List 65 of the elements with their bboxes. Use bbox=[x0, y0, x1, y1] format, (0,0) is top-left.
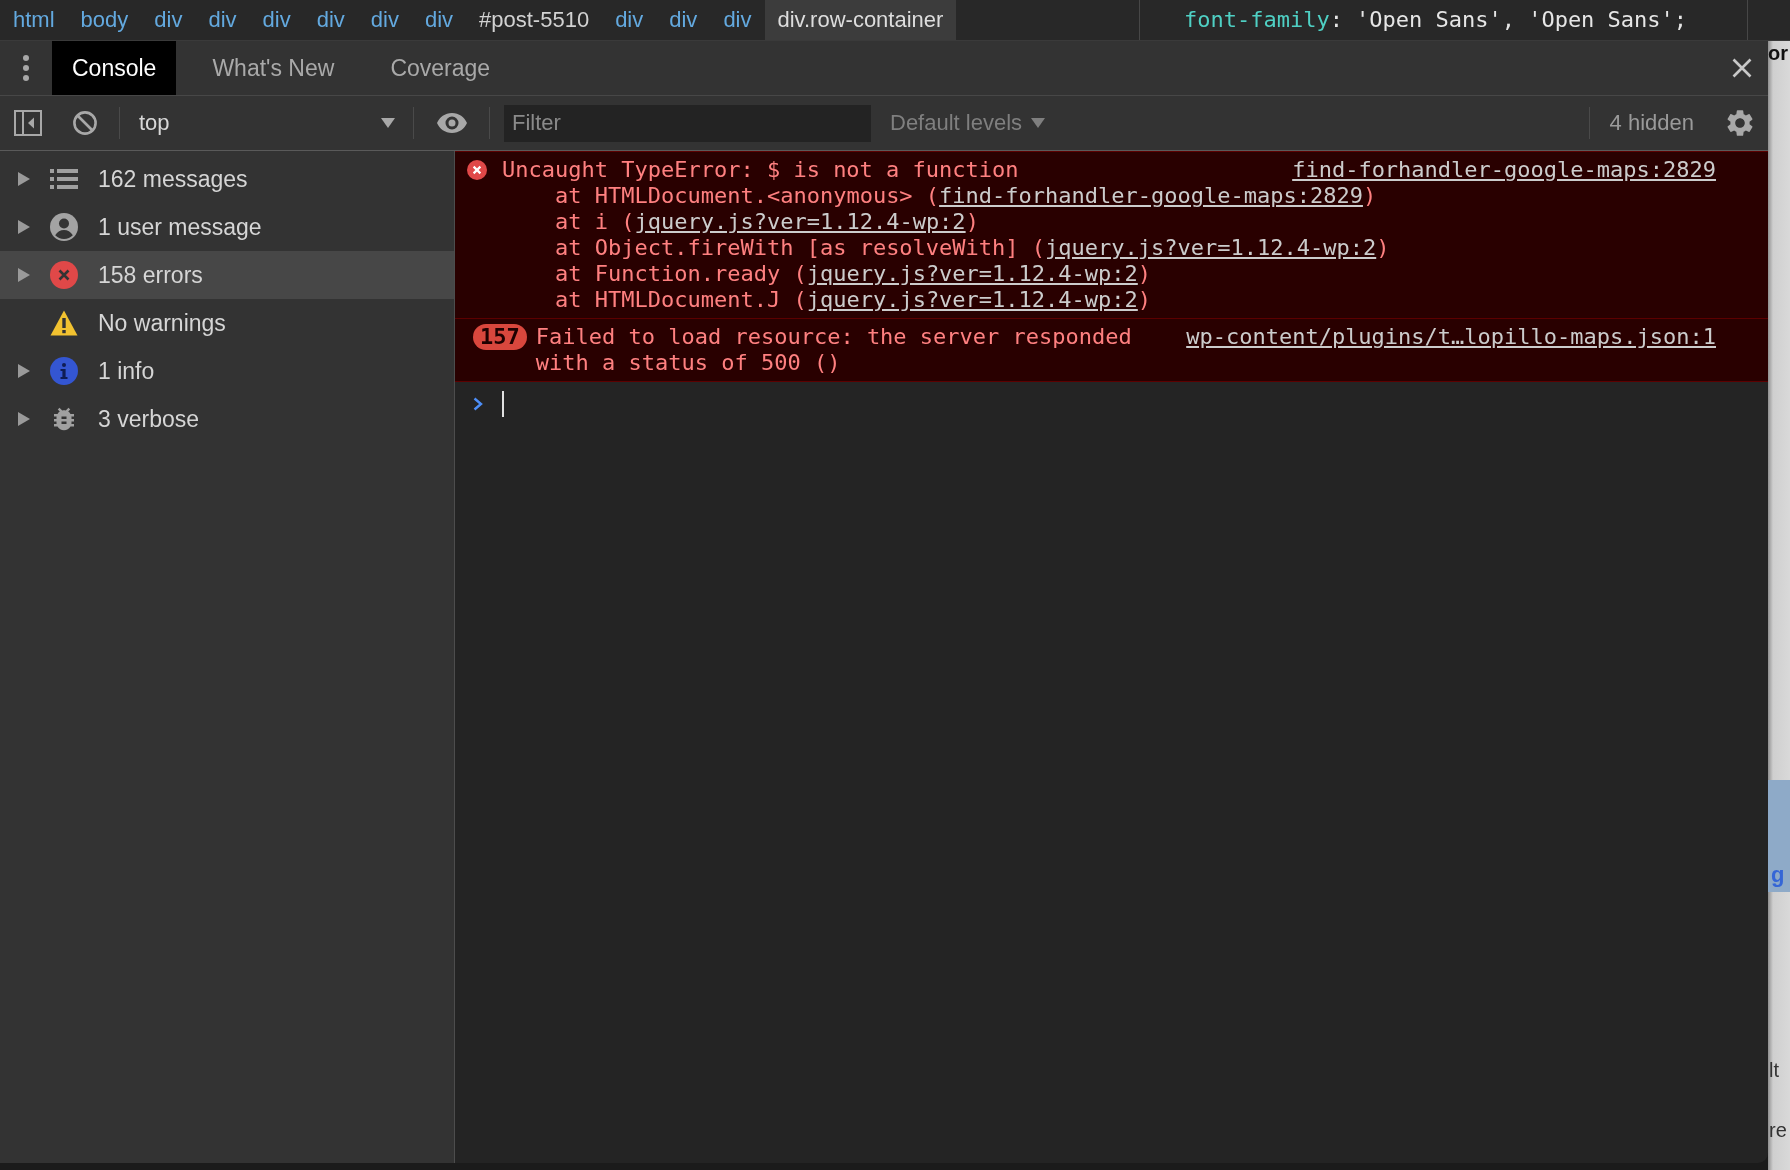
highlighted-text: g bbox=[1768, 780, 1790, 892]
breadcrumb[interactable]: div.row-container bbox=[764, 0, 957, 40]
count-badge: 157 bbox=[473, 324, 527, 350]
body-text: re bbox=[1768, 1118, 1788, 1143]
prompt-chevron-icon bbox=[473, 397, 483, 411]
sidebar-item[interactable]: 158 errors bbox=[0, 251, 454, 299]
breadcrumb[interactable]: div bbox=[710, 0, 765, 40]
breadcrumb[interactable]: div bbox=[303, 0, 358, 40]
stack-trace-line: at HTMLDocument.J (jquery.js?ver=1.12.4-wp:2) bbox=[554, 287, 1153, 313]
breadcrumb[interactable]: div bbox=[656, 0, 711, 40]
sidebar-item[interactable]: 1 info bbox=[0, 347, 454, 395]
breadcrumb[interactable]: div bbox=[602, 0, 657, 40]
sidebar-toggle-icon[interactable] bbox=[14, 110, 42, 136]
error-icon bbox=[50, 261, 78, 289]
list-icon bbox=[50, 168, 78, 190]
expand-triangle-icon[interactable] bbox=[18, 172, 30, 186]
source-link[interactable]: wp-content/plugins/t…lopillo-maps.json:1 bbox=[1186, 324, 1716, 350]
sidebar-item[interactable]: 3 verbose bbox=[0, 395, 454, 443]
breadcrumb[interactable]: div bbox=[141, 0, 196, 40]
hidden-count-text: 4 hidden bbox=[1609, 110, 1694, 136]
expand-triangle-icon[interactable] bbox=[18, 220, 30, 234]
stack-trace-link[interactable]: jquery.js?ver=1.12.4-wp:2 bbox=[806, 287, 1138, 312]
kebab-menu-icon[interactable] bbox=[23, 55, 29, 81]
breadcrumb[interactable]: html bbox=[0, 0, 68, 40]
info-icon bbox=[50, 357, 78, 385]
prohibited-icon[interactable] bbox=[73, 111, 97, 135]
tab[interactable]: What's New bbox=[192, 41, 355, 95]
stack-trace-link[interactable]: jquery.js?ver=1.12.4-wp:2 bbox=[806, 261, 1138, 286]
message-text: Uncaught TypeError: $ is not a function bbox=[502, 157, 1020, 183]
css-declaration: font-family: 'Open Sans', 'Open Sans'; bbox=[1184, 6, 1688, 34]
stack-trace-link[interactable]: jquery.js?ver=1.12.4-wp:2 bbox=[634, 209, 966, 234]
expand-triangle-icon[interactable] bbox=[18, 364, 30, 378]
stack-trace-line: at Function.ready (jquery.js?ver=1.12.4-wp:2) bbox=[554, 261, 1153, 287]
caret-icon bbox=[381, 118, 395, 128]
filter-field[interactable]: Filter bbox=[504, 104, 871, 142]
message-text: Failed to load resource: the server responded with a status of 500 () bbox=[535, 324, 1133, 376]
stack-trace-link[interactable]: jquery.js?ver=1.12.4-wp:2 bbox=[1045, 235, 1377, 260]
tab[interactable]: Console bbox=[52, 41, 177, 95]
error-icon bbox=[467, 160, 487, 180]
tab[interactable]: Coverage bbox=[370, 41, 511, 95]
body-text: lt bbox=[1768, 1058, 1780, 1083]
eye-icon[interactable] bbox=[437, 113, 467, 133]
warning-icon bbox=[50, 310, 78, 336]
caret-icon bbox=[1031, 118, 1046, 128]
source-link[interactable]: find-forhandler-google-maps:2829 bbox=[1292, 157, 1716, 183]
expand-triangle-icon[interactable] bbox=[18, 412, 30, 426]
user-icon bbox=[50, 213, 78, 241]
breadcrumb[interactable]: div bbox=[411, 0, 467, 40]
close-icon[interactable] bbox=[1732, 58, 1752, 78]
context-select[interactable]: top bbox=[120, 103, 413, 143]
sidebar-item[interactable]: 162 messages bbox=[0, 155, 454, 203]
breadcrumb[interactable]: div bbox=[249, 0, 304, 40]
breadcrumb[interactable]: body bbox=[67, 0, 142, 40]
text-cursor bbox=[502, 391, 504, 417]
sidebar-item[interactable]: 1 user message bbox=[0, 203, 454, 251]
stack-trace-line: at i (jquery.js?ver=1.12.4-wp:2) bbox=[554, 209, 980, 235]
expand-triangle-icon[interactable] bbox=[18, 268, 30, 282]
stack-trace-link[interactable]: find-forhandler-google-maps:2829 bbox=[939, 183, 1363, 208]
stack-trace-line: at Object.fireWith [as resolveWith] (jquery.js?ver=1.12.4-wp:2) bbox=[554, 235, 1391, 261]
breadcrumb[interactable]: div bbox=[195, 0, 250, 40]
sidebar-item[interactable]: No warnings bbox=[0, 299, 454, 347]
heading-text: or bbox=[1768, 41, 1789, 65]
stack-trace-line: at HTMLDocument.<anonymous> (find-forhandler-google-maps:2829) bbox=[554, 183, 1378, 209]
breadcrumb[interactable]: #post-5510 bbox=[466, 0, 603, 40]
breadcrumb[interactable]: div bbox=[357, 0, 412, 40]
